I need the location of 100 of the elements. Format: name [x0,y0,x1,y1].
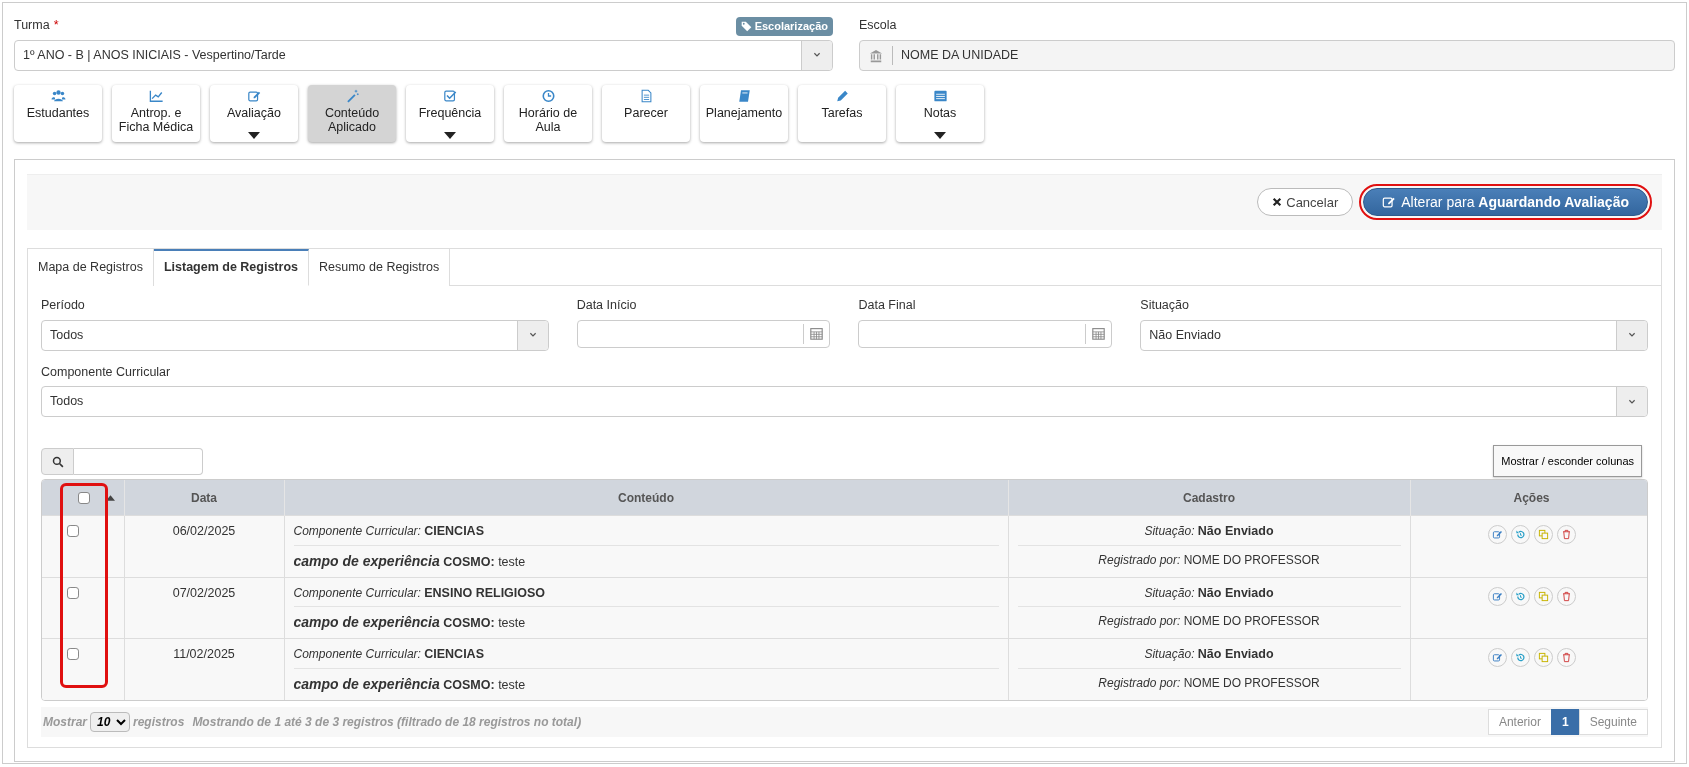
status-text: Situação: Não Enviado [1143,522,1275,540]
pagination-button[interactable]: Anterior [1487,709,1552,735]
status-text: Situação: Não Enviado [1143,584,1275,602]
toolbar-button[interactable]: Parecer [602,84,690,142]
undo-icon [1514,652,1526,664]
column-header: Cadastro [1008,480,1410,516]
edit-icon [1491,528,1503,540]
column-header: Ações [1410,480,1647,516]
edit-icon [1491,590,1503,602]
undo-icon [1514,528,1526,540]
curricular-component-text: Componente Curricular: CIENCIAS [293,522,485,540]
field-label: Componente Curricular [41,363,171,381]
copy-button[interactable] [1533,524,1553,544]
list-icon [932,88,948,103]
required-mark: * [53,17,59,34]
tag-badge: Escolarização [735,17,833,36]
edit-button[interactable] [1487,524,1507,544]
edit-icon [1491,652,1503,664]
select-field[interactable]: Todos [41,319,549,351]
date-field[interactable] [576,319,831,348]
footer-text: Mostrar [43,714,87,731]
trash-icon [1560,652,1572,664]
book-icon [736,88,752,103]
clock-icon [540,88,556,103]
date-text: 06/02/2025 [171,522,237,540]
pencil-icon [834,88,850,103]
column-header: Conteúdo [284,480,1008,516]
registered-by-text: Registrado por: NOME DO PROFESSOR [1017,606,1401,635]
field-label: Turma [14,17,50,34]
toolbar-button[interactable]: Tarefas [798,84,886,142]
registered-by-text: Registrado por: NOME DO PROFESSOR [1017,544,1401,573]
row-checkbox[interactable] [67,586,79,599]
edit-button[interactable] [1487,586,1507,606]
bank-icon [868,48,884,63]
field-label: Data Final [858,296,916,314]
experience-field-text: campo de experiência COSMO: teste [293,668,999,699]
date-text: 11/02/2025 [172,646,236,664]
pagination-button[interactable]: Seguinte [1578,709,1648,735]
date-text: 07/02/2025 [171,584,237,602]
copy-button[interactable] [1533,586,1553,606]
toolbar-button[interactable]: Notas [896,84,984,142]
experience-field-text: campo de experiência COSMO: teste [293,606,999,638]
edit-icon [246,88,262,103]
date-field[interactable] [858,319,1113,348]
close-icon [1272,197,1283,208]
row-checkbox[interactable] [67,524,79,537]
experience-field-text: campo de experiência COSMO: teste [293,544,999,576]
status-text: Situação: Não Enviado [1143,646,1275,664]
select-field[interactable]: 1º ANO - B | ANOS INICIAIS - Vespertino/Tarde [14,39,833,71]
edit-icon [1382,195,1397,210]
toolbar-button[interactable]: Horário de Aula [504,84,592,142]
delete-button[interactable] [1556,648,1576,668]
footer-text: registros [133,714,185,731]
select-field[interactable]: Não Enviado [1140,319,1648,351]
users-icon [50,88,66,103]
line-chart-icon [148,88,164,103]
page-size-select[interactable]: 10 [90,712,130,732]
sort-icon [105,494,115,501]
field-label: Situação [1140,296,1189,314]
restore-button[interactable] [1510,648,1530,668]
copy-button[interactable] [1533,648,1553,668]
curricular-component-text: Componente Curricular: CIENCIAS [293,646,485,664]
toolbar-button[interactable]: Conteúdo Aplicado [308,84,396,142]
check-square-icon [442,88,458,103]
calendar-icon [1092,327,1106,340]
records-info: Mostrando de 1 até 3 de 3 registros (filtrado de 18 registros no total) [192,714,582,731]
delete-button[interactable] [1556,524,1576,544]
restore-button[interactable] [1510,586,1530,606]
registered-by-text: Registrado por: NOME DO PROFESSOR [1017,668,1401,696]
undo-icon [1514,590,1526,602]
column-header: Data [124,480,284,516]
cancel-button[interactable]: Cancelar [1257,188,1354,217]
toolbar-button[interactable]: Frequência [406,84,494,142]
copy-icon [1537,590,1549,602]
pagination-button[interactable]: 1 [1550,709,1580,735]
tag-icon [740,21,752,32]
trash-icon [1560,528,1572,540]
field-label: Escola [859,17,897,34]
toolbar-button[interactable]: Estudantes [14,84,102,142]
curricular-component-text: Componente Curricular: ENSINO RELIGIOSO [293,584,547,602]
copy-icon [1537,652,1549,664]
select-field[interactable]: Todos [41,386,1648,418]
tab[interactable]: Mapa de Registros [28,248,154,286]
restore-button[interactable] [1510,524,1530,544]
tab[interactable]: Resumo de Registros [309,248,451,286]
select-all-checkbox[interactable] [77,491,90,504]
toolbar-button[interactable]: Avaliação [210,84,298,142]
column-toggle-button[interactable]: Mostrar / esconder colunas [1493,445,1642,478]
row-checkbox[interactable] [67,648,79,661]
search-field[interactable] [74,448,203,476]
toolbar-button[interactable]: Planejamento [700,84,788,142]
toolbar-button[interactable]: Antrop. e Ficha Médica [112,84,200,142]
edit-button[interactable] [1487,648,1507,668]
field-label: Data Início [576,296,637,314]
tab[interactable]: Listagem de Registros [153,248,309,286]
document-icon [638,88,654,103]
calendar-icon [810,327,824,340]
delete-button[interactable] [1556,586,1576,606]
trash-icon [1560,590,1572,602]
readonly-field: NOME DA UNIDADE [859,39,1675,71]
